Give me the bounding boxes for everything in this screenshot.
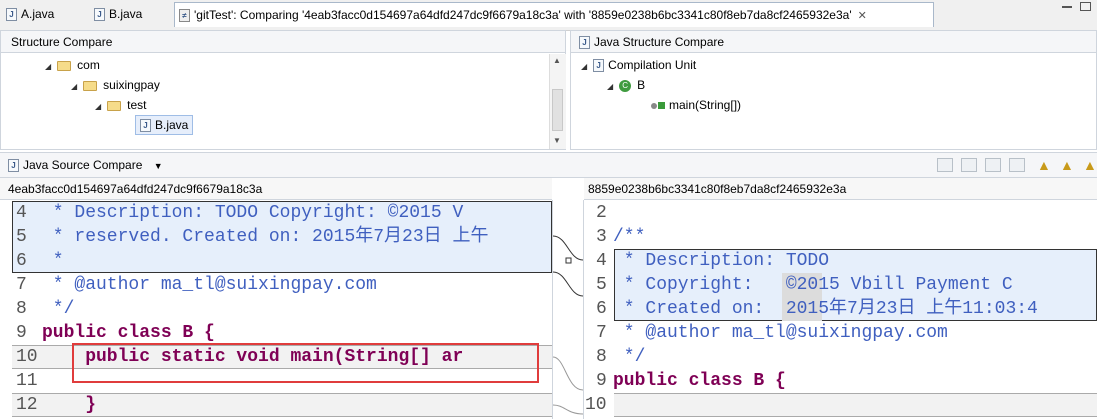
diff-connector-lines: [553, 235, 584, 415]
right-source-pane[interactable]: 2 3 4 5 6 7 8 9 10 /** * Description: TO…: [584, 200, 1097, 419]
java-structure-compare-pane: J Java Structure Compare ◢ J Compilation Un…: [570, 30, 1097, 150]
tab-compare[interactable]: ≠'gitTest': Comparing '4eab3facc0d154697…: [174, 2, 934, 27]
scrollbar-thumb[interactable]: [552, 89, 563, 131]
java-file-icon: J: [94, 8, 105, 22]
diff-connector-gutter: [552, 200, 584, 419]
copy-left-icon[interactable]: [985, 158, 1001, 172]
tree-item-compilation-unit[interactable]: ◢ J Compilation Unit: [581, 55, 696, 75]
line-number: 5: [16, 227, 27, 247]
class-icon: C: [619, 79, 632, 92]
code-line: /**: [613, 227, 646, 247]
tree-item-test[interactable]: ◢ test: [95, 95, 147, 115]
code-line: * reserved. Created on: 2015年7月23日 上午: [42, 227, 489, 247]
addition-icon: [658, 102, 665, 110]
line-number: 3: [596, 227, 607, 247]
line-number: 8: [596, 347, 607, 367]
folder-icon: [107, 100, 122, 111]
tree-item-suixingpay[interactable]: ◢ suixingpay: [71, 75, 160, 95]
java-file-icon: J: [6, 8, 17, 22]
source-compare-toolbar: J Java Source Compare ▼: [0, 152, 1097, 178]
compare-icon: ≠: [179, 9, 190, 23]
tree-scrollbar[interactable]: ▲ ▼: [549, 54, 566, 149]
close-icon[interactable]: ✕: [858, 4, 867, 29]
code-line: */: [613, 347, 646, 367]
code-line: }: [42, 395, 97, 415]
next-difference-icon[interactable]: ▲: [1037, 157, 1051, 173]
line-number: 11: [16, 371, 38, 391]
java-structure-compare-title: J Java Structure Compare: [571, 31, 1096, 53]
structure-compare-title: Structure Compare: [1, 31, 565, 53]
structure-compare-pane: Structure Compare ◢ com ◢ suixingpay ◢ test…: [0, 30, 566, 150]
scroll-up-icon[interactable]: ▲: [553, 56, 561, 65]
editor-tab-bar: J A.java J B.java ≠'gitTest': Comparing '4…: [0, 0, 1097, 31]
line-number: 6: [596, 299, 607, 319]
expand-triangle-icon[interactable]: ◢: [581, 62, 587, 71]
minimize-icon[interactable]: [1062, 6, 1072, 8]
line-number: 9: [16, 323, 27, 343]
dropdown-icon[interactable]: ▼: [154, 161, 163, 171]
line-number: 4: [596, 251, 607, 271]
line-number: 7: [16, 275, 27, 295]
tree-item-class-b[interactable]: ◢ C B: [607, 75, 645, 95]
method-icon: [651, 102, 657, 109]
copy-right-icon[interactable]: [1009, 158, 1025, 172]
left-version-header: 4eab3facc0d154697a64dfd247dc9f6679a18c3a: [0, 178, 552, 200]
right-version-header: 8859e0238b6bc3341c80f8eb7da8cf2465932e3a: [584, 178, 1097, 200]
line-number: 12: [16, 395, 38, 415]
code-line: * Copyright: ©2015 Vbill Payment C: [613, 275, 1013, 295]
line-number: 6: [16, 251, 27, 271]
code-line: */: [42, 299, 75, 319]
java-file-icon: J: [593, 59, 605, 73]
expand-triangle-icon[interactable]: ◢: [71, 82, 77, 91]
left-source-pane[interactable]: 4 5 6 7 8 9 10 11 12 * Description: TODO…: [0, 200, 552, 419]
code-line: * @author ma_tl@suixingpay.com: [613, 323, 948, 343]
scroll-down-icon[interactable]: ▼: [553, 136, 561, 145]
line-number: 4: [16, 203, 27, 223]
line-number: 10: [585, 395, 607, 415]
annotation-highlight-box: [72, 343, 539, 383]
code-line: *: [42, 251, 64, 271]
line-number: 7: [596, 323, 607, 343]
line-number: 5: [596, 275, 607, 295]
tree-item-com[interactable]: ◢ com: [45, 55, 100, 75]
code-line: public class B {: [42, 323, 215, 343]
tree-item-b-java[interactable]: J B.java: [135, 115, 194, 135]
line-number: 2: [596, 203, 607, 223]
copy-all-right-icon[interactable]: [961, 158, 977, 172]
next-change-icon[interactable]: ▲: [1083, 157, 1097, 173]
folder-icon: [57, 60, 72, 71]
copy-all-left-icon[interactable]: [937, 158, 953, 172]
code-line: * Description: TODO: [613, 251, 830, 271]
code-line: * @author ma_tl@suixingpay.com: [42, 275, 377, 295]
tree-item-main-method[interactable]: main(String[]): [651, 95, 741, 115]
folder-icon: [83, 80, 98, 91]
line-number: 10: [16, 347, 38, 367]
expand-triangle-icon[interactable]: ◢: [45, 62, 51, 71]
tab-a-java[interactable]: J A.java: [6, 2, 88, 27]
code-line: public class B {: [613, 371, 786, 391]
source-compare-title[interactable]: J Java Source Compare ▼: [8, 158, 163, 173]
java-file-icon: J: [579, 36, 590, 50]
code-line: * Description: TODO Copyright: ©2015 V: [42, 203, 464, 223]
tab-b-java[interactable]: J B.java: [94, 2, 174, 27]
expand-triangle-icon[interactable]: ◢: [95, 102, 101, 111]
expand-triangle-icon[interactable]: ◢: [607, 82, 613, 91]
code-line: * Created on: 2015年7月23日 上午11:03:4: [613, 299, 1038, 319]
previous-difference-icon[interactable]: ▲: [1060, 157, 1074, 173]
java-file-icon: J: [140, 119, 151, 133]
java-file-icon: J: [8, 159, 19, 173]
maximize-icon[interactable]: [1080, 2, 1091, 11]
line-number: 8: [16, 299, 27, 319]
line-number: 9: [596, 371, 607, 391]
diff-line: [614, 393, 1097, 417]
